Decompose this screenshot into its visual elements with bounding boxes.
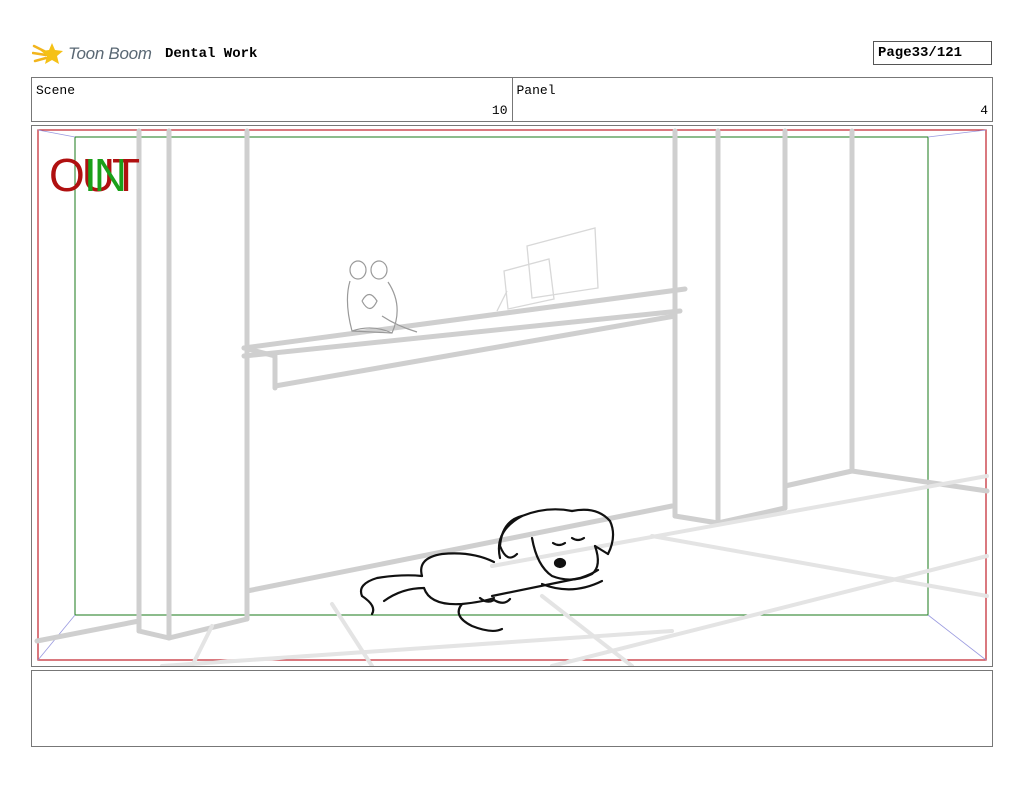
panel-drawing: OUT IN: [34, 128, 990, 666]
page-number: 33/121: [911, 45, 963, 61]
frame-corner-guides: [37, 129, 987, 661]
page-header: Toon Boom Dental Work Page 33/121: [32, 36, 994, 70]
in-marker: IN: [84, 149, 124, 201]
camera-frame-inner: [74, 136, 929, 616]
logo-text: Toon Boom: [68, 44, 152, 63]
page-label: Page: [878, 45, 912, 61]
page-indicator: Page 33/121: [873, 41, 992, 65]
scene-cell: Scene 10: [32, 78, 512, 121]
background-sketch: [34, 128, 990, 644]
floor-sketch: [160, 474, 989, 666]
scene-label: Scene: [36, 83, 76, 98]
toon-boom-star-icon: [32, 43, 63, 64]
panel-label: Panel: [516, 83, 556, 98]
camera-frame-outer: [37, 129, 987, 661]
scene-number: 10: [491, 103, 508, 118]
panel-number: 4: [980, 103, 988, 118]
panel-notes: [31, 670, 993, 747]
figurine-sketch: [346, 260, 418, 334]
storyboard-panel: OUT IN: [31, 125, 993, 667]
panel-cell: Panel 4: [511, 78, 993, 121]
picture-frames-sketch: [496, 227, 599, 312]
toon-boom-logo: Toon Boom: [32, 40, 152, 68]
scene-panel-row: Scene 10 Panel 4: [31, 77, 993, 122]
document-title: Dental Work: [165, 46, 258, 62]
